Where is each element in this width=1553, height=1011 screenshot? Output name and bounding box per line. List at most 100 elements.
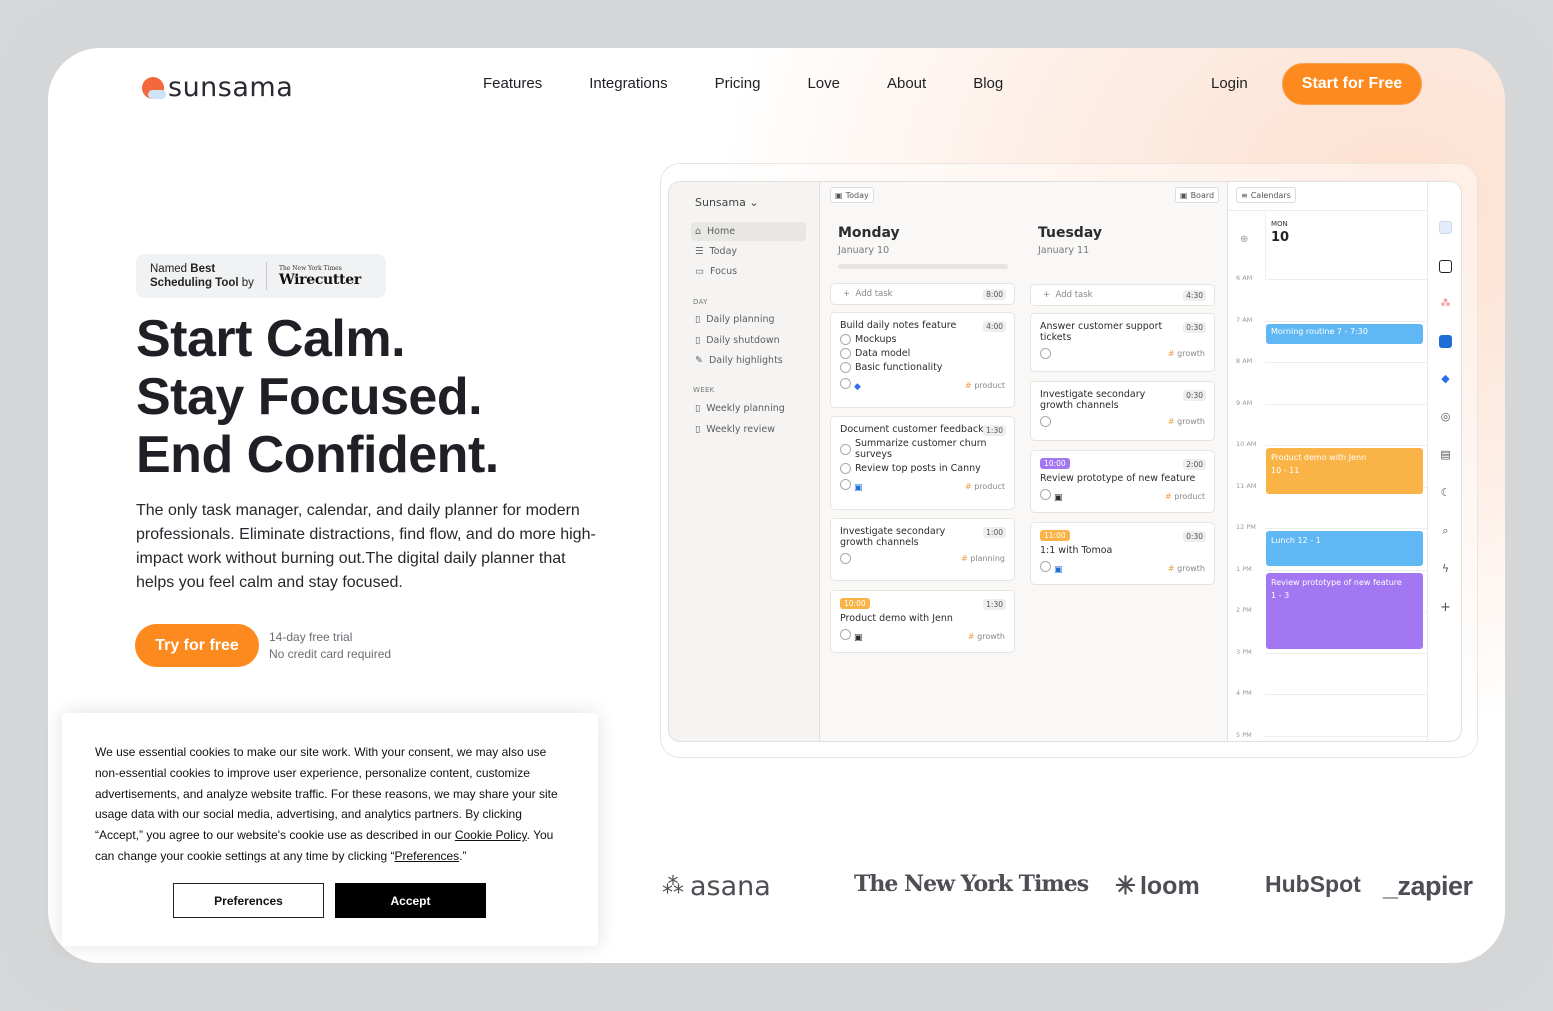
- jira-icon[interactable]: ◆: [1439, 372, 1452, 385]
- checkbox-icon[interactable]: [840, 553, 851, 564]
- today-button[interactable]: ▣ Today: [830, 187, 874, 203]
- subtask[interactable]: Mockups: [840, 334, 1005, 345]
- subtask[interactable]: Basic functionality: [840, 362, 1005, 373]
- accept-button[interactable]: Accept: [335, 883, 486, 918]
- checkbox-icon[interactable]: [840, 463, 851, 474]
- notion-icon: ▣: [1054, 493, 1063, 503]
- checkbox-icon[interactable]: [1040, 416, 1051, 427]
- trello-icon: ▣: [854, 483, 863, 493]
- nyt-logo: The New York Times: [854, 871, 1089, 897]
- bolt-icon[interactable]: ϟ: [1439, 562, 1452, 575]
- try-free-button[interactable]: Try for free: [135, 624, 259, 667]
- checkbox-icon[interactable]: [1040, 348, 1051, 359]
- loom-burst-icon: ✳: [1115, 872, 1136, 900]
- calendar-event[interactable]: Product demo with Jenn 10 - 11: [1266, 448, 1423, 494]
- nav-features[interactable]: Features: [483, 75, 542, 92]
- task-card[interactable]: Investigate secondary growth channels 0:3…: [1030, 381, 1215, 441]
- sidebar-item-daily-shutdown[interactable]: ▯ Daily shutdown: [691, 331, 806, 350]
- inbox-icon[interactable]: ▤: [1439, 448, 1452, 461]
- nav-about[interactable]: About: [887, 75, 926, 92]
- workspace-name[interactable]: Sunsama ⌄: [695, 196, 759, 209]
- calendar-event[interactable]: Review prototype of new feature 1 - 3: [1266, 572, 1423, 650]
- calendar-panel: ≡ Calendars ⊕ MON 10 6 AM 7 AM 8 AM 9 AM 10 A…: [1227, 182, 1428, 741]
- add-task-monday[interactable]: + Add task 8:00: [830, 283, 1015, 305]
- clipboard-icon: ▯: [695, 403, 701, 414]
- task-card[interactable]: Document customer feedback 1:30 Summarize…: [830, 416, 1015, 510]
- notion-icon[interactable]: [1439, 260, 1452, 273]
- add-icon[interactable]: +: [1439, 600, 1452, 615]
- checkbox-icon[interactable]: [840, 479, 851, 490]
- calendar-hour-row: 8 AM: [1228, 357, 1428, 365]
- hubspot-logo: HubSpot: [1265, 871, 1361, 897]
- subtask[interactable]: Summarize customer churn surveys: [840, 438, 1005, 460]
- start-free-button[interactable]: Start for Free: [1282, 63, 1422, 105]
- nav-blog[interactable]: Blog: [973, 75, 1003, 92]
- cookie-policy-link[interactable]: Cookie Policy: [455, 828, 527, 842]
- calendars-button[interactable]: ≡ Calendars: [1236, 187, 1296, 203]
- sidebar-item-daily-planning[interactable]: ▯ Daily planning: [691, 310, 806, 329]
- calendar-event[interactable]: Morning routine 7 - 7:30: [1266, 323, 1423, 345]
- badge-divider: [265, 262, 267, 290]
- calendar-hour-row: 12 PM: [1228, 523, 1428, 531]
- sidebar-item-focus[interactable]: ▭ Focus: [691, 262, 806, 281]
- subtask[interactable]: Data model: [840, 348, 1005, 359]
- task-card[interactable]: Answer customer support tickets 0:30 # gr…: [1030, 313, 1215, 372]
- cal-dow: MON: [1271, 220, 1288, 228]
- wirecutter-logo: The New York Times Wirecutter: [278, 264, 361, 288]
- sidebar-item-daily-highlights[interactable]: ✎ Daily highlights: [691, 351, 806, 370]
- app-sidebar: Sunsama ⌄ ⌂ Home ☰ Today ▭ Focus DAY ▯ Daily…: [669, 182, 819, 741]
- wirecutter-badge: Named Best Scheduling Tool by The New Yo…: [136, 254, 386, 298]
- checkbox-icon[interactable]: [840, 362, 851, 373]
- task-card[interactable]: Investigate secondary growth channels 1:0…: [830, 518, 1015, 581]
- asana-logo: ⁂ asana: [662, 871, 771, 902]
- asana-dots-icon: ⁂: [662, 874, 684, 899]
- monday-date: January 10: [838, 245, 890, 256]
- trello-icon[interactable]: [1439, 335, 1452, 348]
- day-section-label: DAY: [693, 298, 708, 306]
- clipboard-icon: ▯: [695, 314, 701, 325]
- asana-icon[interactable]: ⁂: [1439, 298, 1452, 311]
- google-calendar-icon[interactable]: [1439, 221, 1452, 234]
- checkbox-icon[interactable]: [1040, 561, 1051, 572]
- checkbox-icon[interactable]: [840, 334, 851, 345]
- loom-logo: ✳ loom: [1115, 871, 1200, 901]
- calendar-event[interactable]: Lunch 12 - 1: [1266, 531, 1423, 567]
- login-link[interactable]: Login: [1211, 75, 1248, 92]
- zapier-logo: _zapier: [1383, 871, 1473, 901]
- monday-heading: Monday: [838, 225, 900, 241]
- google-calendar-icon: ▣: [1054, 565, 1063, 575]
- preferences-button[interactable]: Preferences: [173, 883, 324, 918]
- calendar-icon: ▣: [835, 190, 843, 200]
- target-icon[interactable]: ◎: [1439, 410, 1452, 423]
- tuesday-date: January 11: [1038, 245, 1090, 256]
- checkbox-icon[interactable]: [840, 348, 851, 359]
- task-card[interactable]: Build daily notes feature 4:00 Mockups Da…: [830, 312, 1015, 408]
- task-card[interactable]: 10:00 2:00 Review prototype of new featur…: [1030, 450, 1215, 513]
- task-card[interactable]: 10:00 1:30 Product demo with Jenn ▣ # grow…: [830, 590, 1015, 653]
- nav-pricing[interactable]: Pricing: [715, 75, 761, 92]
- calendar-hour-row: 7 AM: [1228, 316, 1428, 324]
- sidebar-item-weekly-review[interactable]: ▯ Weekly review: [691, 420, 806, 439]
- checkbox-icon[interactable]: [1040, 489, 1051, 500]
- board-button[interactable]: ▣ Board: [1175, 187, 1220, 203]
- search-icon[interactable]: ⌕: [1439, 524, 1452, 537]
- moon-icon[interactable]: ☾: [1439, 486, 1452, 499]
- preferences-link[interactable]: Preferences: [394, 849, 459, 863]
- app-preview: Sunsama ⌄ ⌂ Home ☰ Today ▭ Focus DAY ▯ Daily…: [668, 181, 1462, 742]
- subtask[interactable]: Review top posts in Canny: [840, 463, 1005, 474]
- brand-logo[interactable]: sunsama: [142, 72, 293, 103]
- integrations-rail: ⁂ ◆ ◎ ▤ ☾ ⌕ ϟ +: [1427, 182, 1461, 741]
- sidebar-item-today[interactable]: ☰ Today: [691, 242, 806, 261]
- add-task-tuesday[interactable]: + Add task 4:30: [1030, 284, 1215, 306]
- nav-love[interactable]: Love: [807, 75, 840, 92]
- book-icon: ▯: [695, 424, 701, 435]
- task-card[interactable]: 11:00 0:30 1:1 with Tomoa ▣ # growth: [1030, 522, 1215, 585]
- sidebar-item-weekly-planning[interactable]: ▯ Weekly planning: [691, 399, 806, 418]
- zoom-icon[interactable]: ⊕: [1240, 234, 1248, 245]
- sidebar-item-home[interactable]: ⌂ Home: [691, 222, 806, 241]
- checkbox-icon[interactable]: [840, 443, 851, 455]
- nav-integrations[interactable]: Integrations: [589, 75, 667, 92]
- checkbox-icon[interactable]: [840, 378, 851, 389]
- pen-icon: ✎: [695, 355, 703, 366]
- checkbox-icon[interactable]: [840, 629, 851, 640]
